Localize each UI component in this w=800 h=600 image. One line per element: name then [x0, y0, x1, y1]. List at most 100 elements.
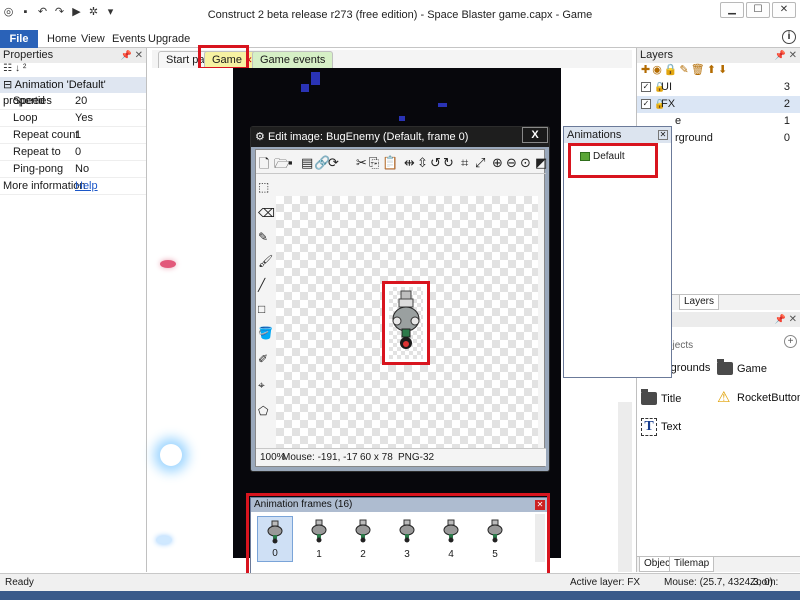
rectangle-icon[interactable]: □	[258, 302, 265, 316]
paste-icon[interactable]: 📋	[382, 155, 398, 171]
status-bar: Ready Active layer: FX Mouse: (25.7, 432…	[0, 573, 800, 600]
flip-icon[interactable]: ⇳	[417, 155, 428, 171]
fill-icon[interactable]: 🪣	[258, 326, 273, 340]
tab-label: Game events	[260, 54, 326, 66]
star-sprite	[399, 116, 405, 121]
prop-value[interactable]: No	[75, 161, 89, 178]
ribbon-tab-file[interactable]: File	[0, 30, 38, 48]
layer-visible-checkbox[interactable]: ✓	[641, 99, 651, 109]
prop-row-loop[interactable]: Loop Yes	[0, 110, 146, 127]
close-icon[interactable]: ✕	[135, 48, 143, 63]
layer-row-fx[interactable]: ✓ 🔓 FX 2	[637, 96, 800, 113]
ribbon-tab-view[interactable]: View	[81, 30, 105, 48]
close-icon[interactable]: ✕	[789, 312, 797, 327]
prop-row-ping-pong[interactable]: Ping-pong No	[0, 161, 146, 178]
object-item-backgrounds[interactable]: rgrounds	[667, 362, 710, 374]
delete-icon[interactable]: 🗑	[691, 64, 707, 76]
dialog-close-button[interactable]: X	[522, 127, 548, 143]
pin-icon[interactable]: 📌	[775, 312, 786, 327]
object-label: Text	[661, 421, 682, 433]
warning-icon: ⚠	[717, 389, 731, 406]
object-item-text[interactable]: T Text	[641, 418, 681, 436]
rotate-left-icon[interactable]: ↺	[430, 155, 441, 171]
objects-bottom-tabs: Objects Tilemap	[637, 556, 800, 572]
sort-az-icon[interactable]: ↓²	[15, 63, 29, 74]
rectangle-select-icon[interactable]: ⬚	[258, 180, 269, 194]
eraser-icon[interactable]: ⌫	[258, 206, 275, 220]
properties-section[interactable]: ⊟ Animation 'Default' properties	[0, 77, 146, 107]
brush-icon[interactable]: 🖌	[258, 254, 273, 268]
prop-key: Repeat to	[13, 146, 61, 158]
zoom-out-icon[interactable]: ⊖	[506, 155, 517, 171]
prop-value[interactable]: Yes	[75, 110, 93, 127]
line-icon[interactable]: ╱	[258, 278, 265, 292]
prop-value[interactable]: 1	[75, 127, 81, 144]
tab-tilemap[interactable]: Tilemap	[669, 557, 715, 572]
close-button[interactable]: ✕	[772, 2, 796, 18]
cut-icon[interactable]: ✂	[356, 155, 367, 171]
image-size-readout: 60 x 78	[360, 452, 393, 463]
layer-name: FX	[661, 98, 676, 110]
ribbon-tabs: File Home View Events Upgrade	[0, 30, 800, 48]
new-icon[interactable]: 🗋	[259, 155, 269, 177]
folder-icon	[641, 389, 657, 405]
resize-icon[interactable]: ⤢	[475, 155, 485, 171]
prop-key: Speed	[13, 95, 45, 107]
copy-icon[interactable]: ⎘	[369, 155, 379, 171]
object-label: Game	[737, 362, 767, 375]
zoom-in-icon[interactable]: ⊕	[492, 155, 503, 171]
export-icon[interactable]: ▤	[301, 155, 313, 171]
object-item-rocketbutton[interactable]: ⚠ RocketButton	[717, 390, 800, 405]
layer-visible-checkbox[interactable]: ✓	[641, 82, 651, 92]
window-title: Construct 2 beta release r273 (free edit…	[207, 9, 593, 21]
zoom-reset-icon[interactable]: ⊙	[520, 155, 531, 171]
dialog-title-bar[interactable]: ⚙ Edit image: BugEnemy (Default, frame 0…	[251, 127, 549, 147]
origin-point-icon[interactable]: ⌖	[258, 378, 265, 393]
lock-icon[interactable]: 🔒	[664, 64, 680, 76]
add-layer-icon[interactable]: ✚	[641, 64, 652, 76]
add-object-icon[interactable]: +	[784, 335, 797, 348]
categorized-icon[interactable]: ☷	[3, 63, 15, 74]
object-item-title[interactable]: Title	[641, 389, 681, 405]
ribbon-tab-home[interactable]: Home	[47, 30, 76, 48]
star-sprite	[301, 84, 309, 92]
prop-value[interactable]: 20	[75, 93, 87, 110]
tab-layers[interactable]: Layers	[679, 295, 720, 310]
collision-polygon-icon[interactable]: ⬠	[258, 404, 268, 418]
rotate-right-icon[interactable]: ↻	[443, 155, 454, 171]
ribbon-tab-upgrade[interactable]: Upgrade	[148, 30, 190, 48]
prop-row-repeat-to[interactable]: Repeat to 0	[0, 144, 146, 161]
animations-close-icon[interactable]: ✕	[658, 130, 668, 140]
grid-icon[interactable]: ◩	[535, 155, 547, 171]
maximize-button[interactable]: ☐	[746, 2, 770, 18]
prop-row-repeat-count[interactable]: Repeat count 1	[0, 127, 146, 144]
minimize-button[interactable]: ▁	[720, 2, 744, 18]
tab-game-events[interactable]: Game events	[252, 51, 334, 68]
crop-icon[interactable]: ⌗	[461, 155, 468, 171]
prop-row-speed[interactable]: Speed 20	[0, 93, 146, 110]
help-link[interactable]: Help	[75, 178, 98, 195]
color-picker-icon[interactable]: ✐	[258, 352, 268, 366]
pin-icon[interactable]: 📌	[775, 48, 786, 63]
save-icon[interactable]: ▪	[288, 155, 293, 170]
sprite-highlight-box	[382, 281, 430, 365]
mirror-icon[interactable]: ⇹	[404, 155, 415, 171]
pin-icon[interactable]: 📌	[121, 48, 132, 63]
ribbon-tab-events[interactable]: Events	[112, 30, 146, 48]
object-item-game[interactable]: Game	[717, 359, 767, 375]
pencil-icon[interactable]: ✎	[258, 230, 268, 244]
eye-icon[interactable]: ◉	[652, 64, 664, 76]
prop-key: Repeat count	[13, 129, 79, 141]
help-icon[interactable]: i	[782, 30, 796, 44]
move-down-icon[interactable]: ⬇	[718, 64, 729, 76]
move-up-icon[interactable]: ⬆	[707, 64, 718, 76]
glow-sprite	[156, 536, 172, 544]
prop-value[interactable]: 0	[75, 144, 81, 161]
editor-vertical-scrollbar[interactable]	[618, 402, 632, 572]
close-icon[interactable]: ✕	[789, 48, 797, 63]
layer-row-ui[interactable]: ✓ 🔓 UI 3	[637, 79, 800, 96]
edit-icon[interactable]: ✎	[680, 64, 691, 76]
collapse-icon[interactable]: ⊟	[3, 79, 12, 91]
dialog-title: Edit image: BugEnemy (Default, frame 0)	[267, 131, 469, 143]
refresh-icon[interactable]: ⟳	[328, 155, 339, 171]
